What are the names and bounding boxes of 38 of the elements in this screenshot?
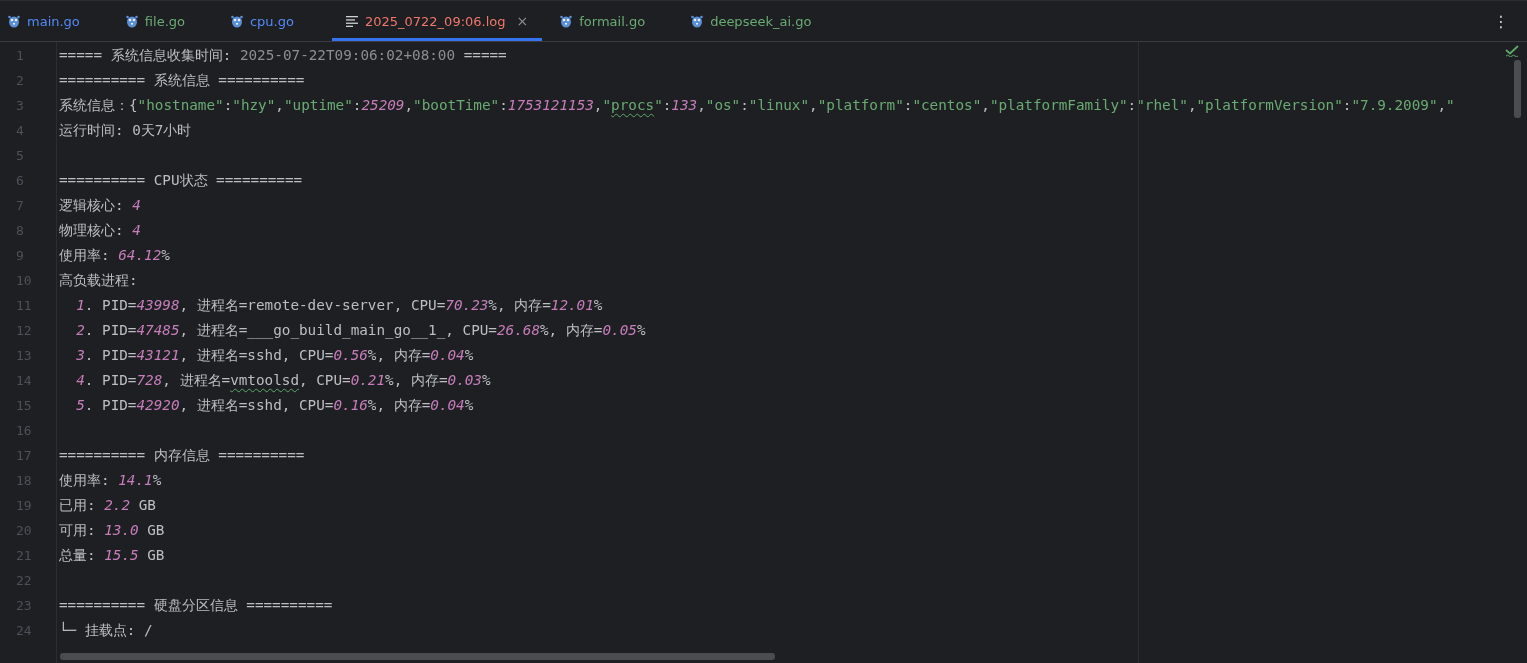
code-line: 系统信息：{"hostname":"hzy","uptime":25209,"bootTime":1753121153,"procs":133,"os":"linux","platform":"centos","platformFamily":"rhel","platformVersion":"7.9.2009"," bbox=[59, 97, 1455, 113]
gopher-icon bbox=[8, 14, 20, 28]
file-tab[interactable]: cpu.go bbox=[222, 1, 302, 41]
code-line: 使用率: 64.12% bbox=[59, 247, 170, 263]
file-tab[interactable]: formail.go bbox=[552, 1, 654, 41]
file-tab[interactable]: 2025_0722_09:06.log × bbox=[331, 1, 543, 41]
vertical-scrollbar[interactable] bbox=[1514, 60, 1521, 118]
check-icon[interactable] bbox=[1505, 45, 1519, 57]
code-line: └─ 挂载点: / bbox=[59, 622, 153, 638]
horizontal-scrollbar[interactable] bbox=[60, 653, 775, 660]
code-line: 运行时间: 0天7小时 bbox=[59, 122, 192, 138]
close-tab-button[interactable]: × bbox=[516, 13, 529, 29]
file-tab[interactable]: main.go bbox=[0, 1, 88, 41]
gopher-icon bbox=[691, 14, 704, 28]
code-line: 已用: 2.2 GB bbox=[59, 497, 156, 513]
code-line: 逻辑核心: 4 bbox=[59, 197, 141, 213]
gopher-icon bbox=[125, 14, 138, 28]
code-line: ========== CPU状态 ========== bbox=[59, 172, 303, 188]
code-line: 高负载进程: bbox=[59, 272, 138, 288]
code-line: 使用率: 14.1% bbox=[59, 472, 162, 488]
code-line: 3. PID=43121, 进程名=sshd, CPU=0.56%, 内存=0.04% bbox=[76, 347, 474, 363]
file-tab[interactable]: file.go bbox=[117, 1, 193, 41]
gopher-icon bbox=[230, 14, 243, 28]
code-line: 5. PID=42920, 进程名=sshd, CPU=0.16%, 内存=0.04% bbox=[76, 397, 474, 413]
code-line: 物理核心: 4 bbox=[59, 222, 141, 238]
text-file-icon bbox=[345, 15, 358, 27]
code-line: 2. PID=47485, 进程名=___go_build_main_go__1_, CPU=26.68%, 内存=0.05% bbox=[76, 322, 646, 338]
gopher-icon bbox=[560, 14, 573, 28]
code-line: ========== 内存信息 ========== bbox=[59, 447, 305, 463]
code-line: ========== 硬盘分区信息 ========== bbox=[59, 597, 333, 613]
more-menu-button[interactable]: ⋮ bbox=[1475, 1, 1527, 41]
code-line: 1. PID=43998, 进程名=remote-dev-server, CPU=70.23%, 内存=12.01% bbox=[76, 297, 603, 313]
code-line: 总量: 15.5 GB bbox=[59, 547, 165, 563]
file-tab[interactable]: deepseek_ai.go bbox=[683, 1, 820, 41]
code-line: ========== 系统信息 ========== bbox=[59, 72, 305, 88]
code-line: 4. PID=728, 进程名=vmtoolsd, CPU=0.21%, 内存=0.03% bbox=[76, 372, 491, 388]
code-line: 可用: 13.0 GB bbox=[59, 522, 165, 538]
code-line: ===== 系统信息收集时间: 2025-07-22T09:06:02+08:00 ===== bbox=[59, 47, 507, 63]
